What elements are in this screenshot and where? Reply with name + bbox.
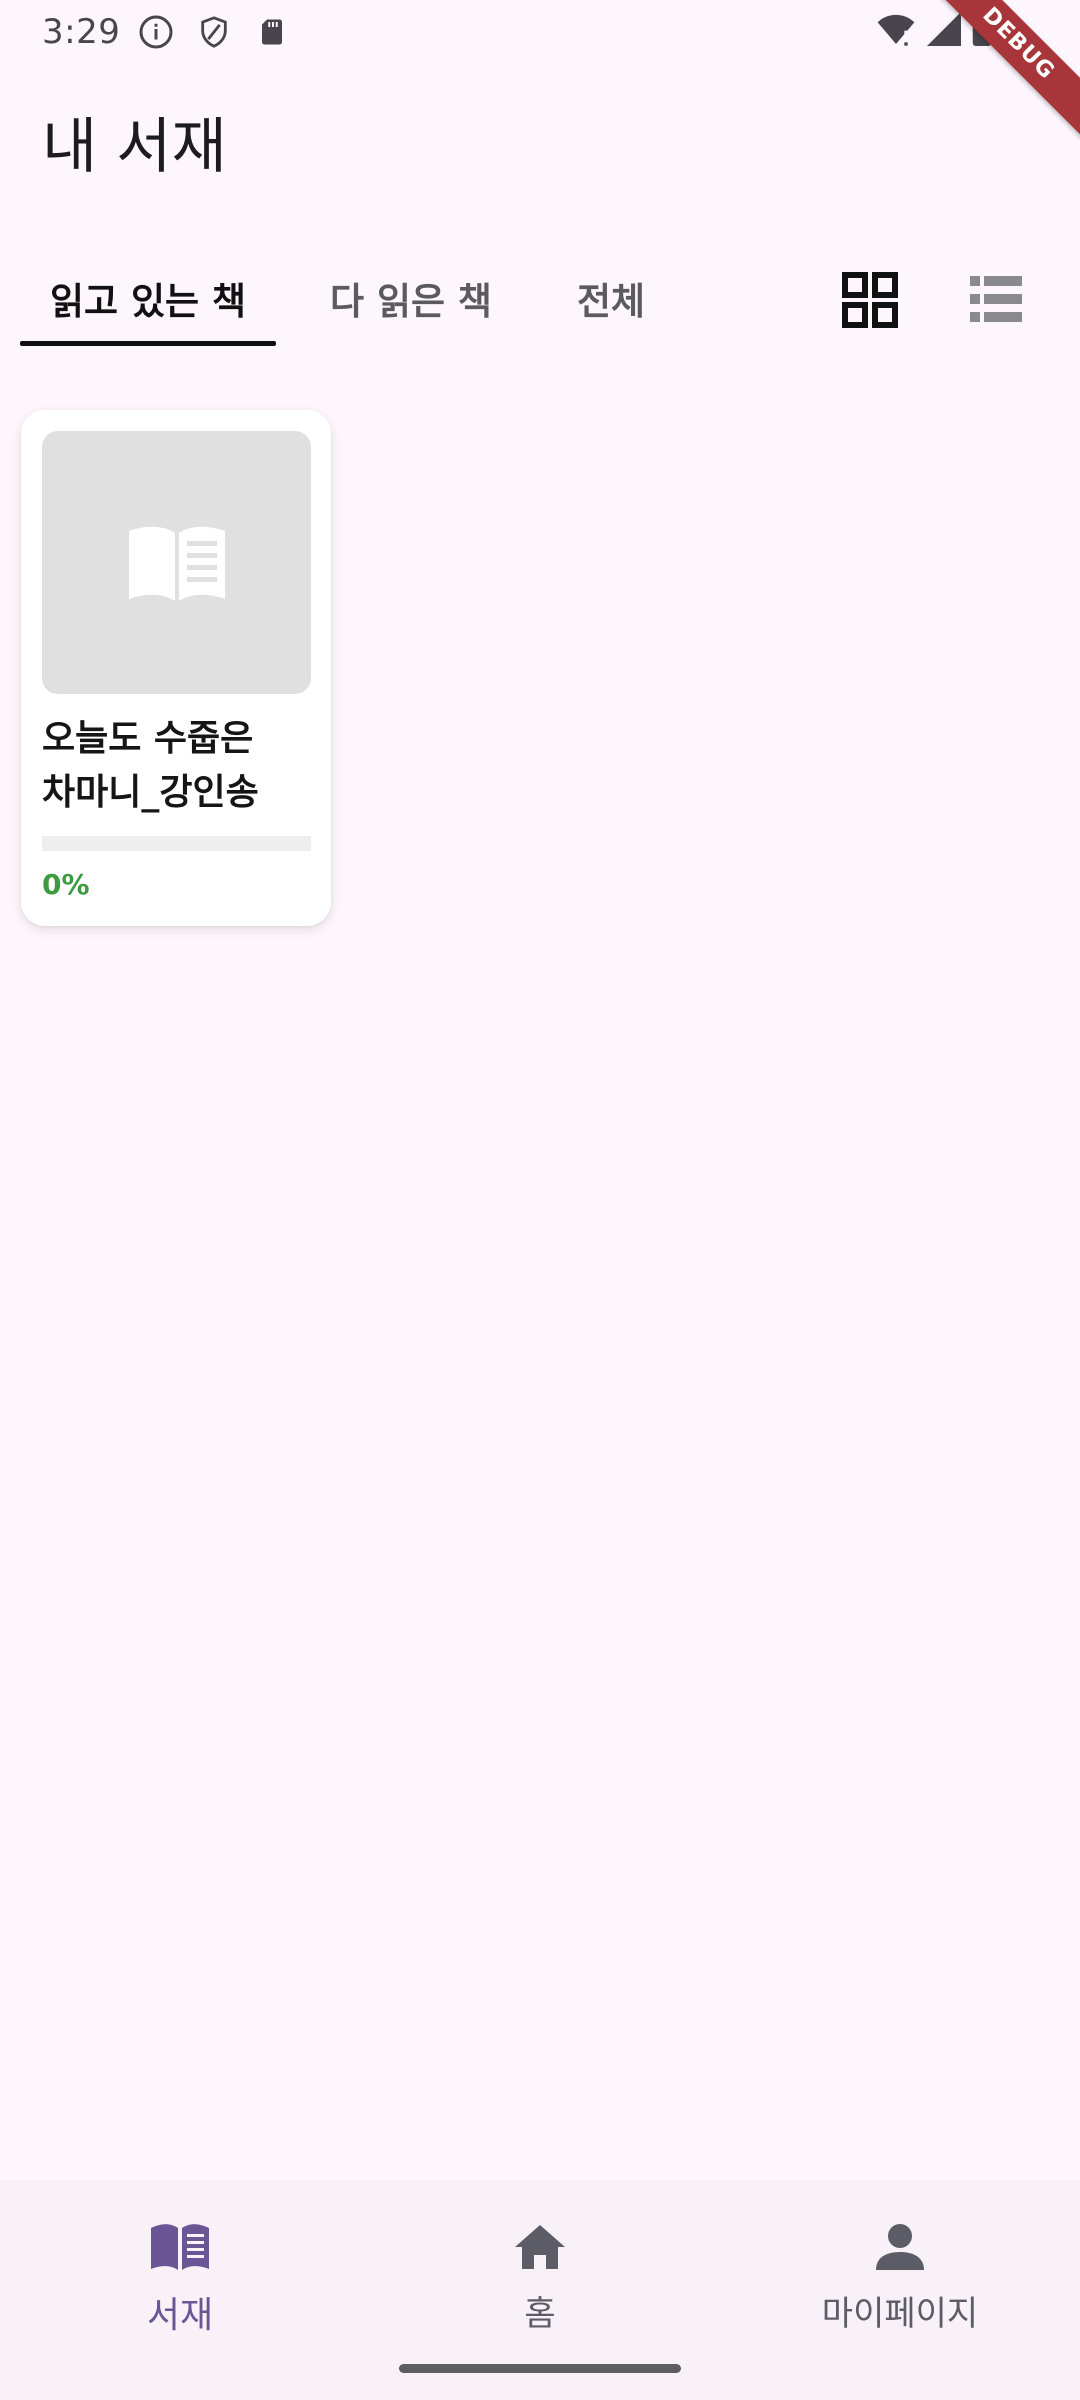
gesture-handle[interactable] <box>399 2364 681 2373</box>
nav-label-mypage: 마이페이지 <box>821 2294 979 2334</box>
book-title: 오늘도 수줍은 차마니_강인송 <box>42 718 259 813</box>
nav-item-home[interactable]: 홈 <box>390 2210 690 2350</box>
status-bar: 3:29 <box>0 0 1080 64</box>
grid-view-button[interactable] <box>842 272 898 328</box>
person-icon <box>869 2216 931 2278</box>
library-book-icon <box>149 2216 211 2278</box>
grid-view-icon <box>842 272 898 328</box>
tab-bar: 읽고 있는 책 다 읽은 책 전체 <box>20 250 676 346</box>
list-view-icon <box>970 276 1022 322</box>
list-view-button[interactable] <box>970 274 1022 324</box>
nav-item-mypage[interactable]: 마이페이지 <box>750 2210 1050 2350</box>
home-icon <box>509 2216 571 2278</box>
page-title: 내 서재 <box>42 112 227 182</box>
reading-progress-label: 0% <box>42 868 90 901</box>
wifi-icon <box>876 12 916 50</box>
nav-label-home: 홈 <box>524 2294 556 2334</box>
tab-all[interactable]: 전체 <box>546 250 676 346</box>
reading-progress-bar <box>42 836 311 851</box>
signal-icon <box>926 12 962 50</box>
book-card[interactable]: 오늘도 수줍은 차마니_강인송 0% <box>21 410 331 926</box>
sd-card-icon <box>254 14 290 50</box>
status-time: 3:29 <box>42 12 121 52</box>
tab-finished[interactable]: 다 읽은 책 <box>276 250 546 346</box>
info-icon <box>138 14 174 50</box>
book-cover <box>42 431 311 694</box>
book-open-icon <box>128 526 225 601</box>
nav-item-library[interactable]: 서재 <box>30 2210 330 2350</box>
shield-icon <box>196 14 232 50</box>
nav-label-library: 서재 <box>146 2295 214 2336</box>
tab-reading[interactable]: 읽고 있는 책 <box>20 250 276 346</box>
